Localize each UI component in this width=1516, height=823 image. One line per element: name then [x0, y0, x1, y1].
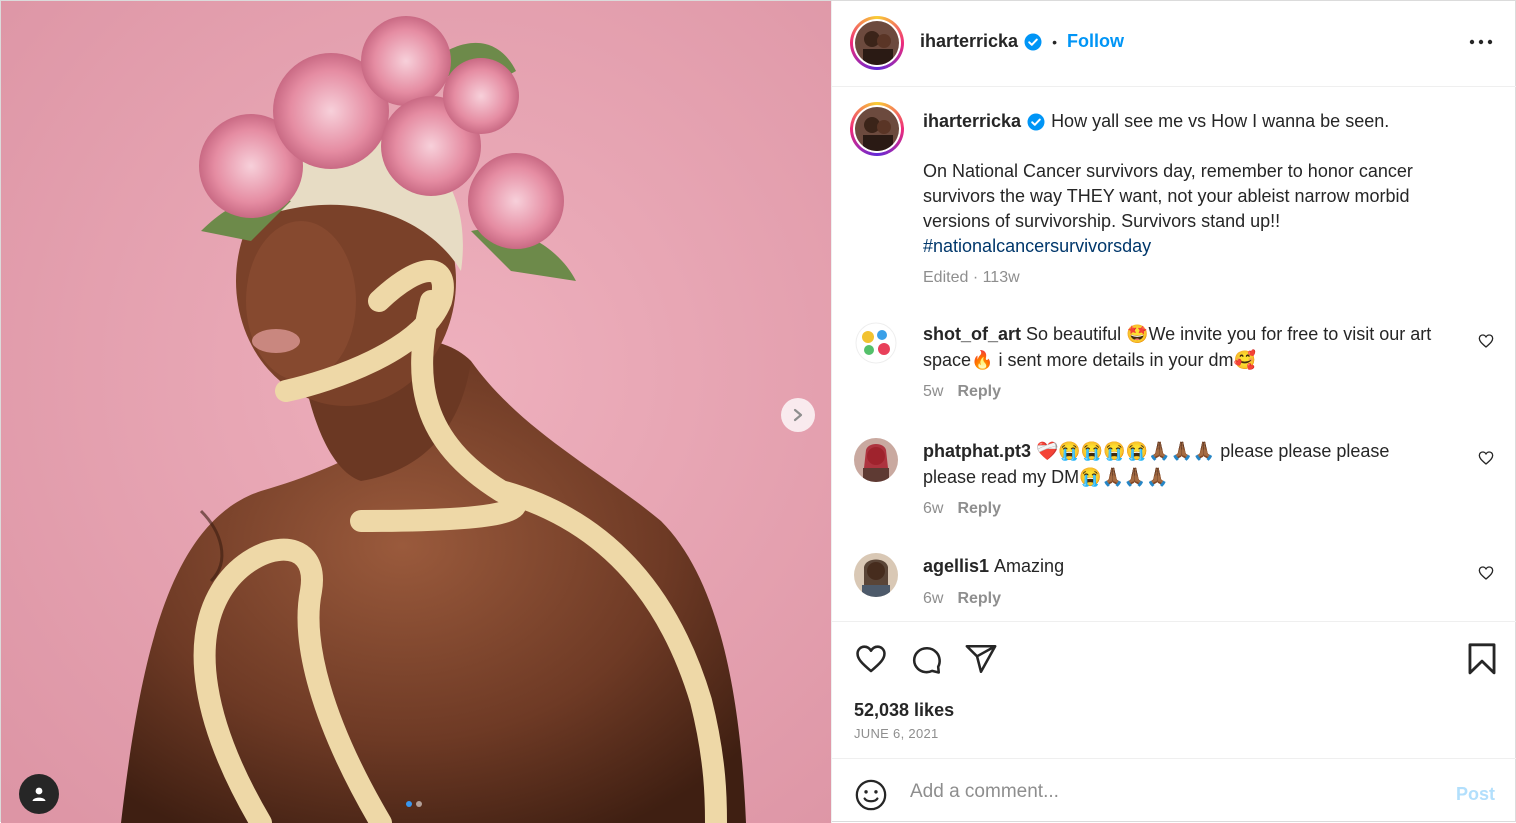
comment-body: phatphat.pt3 ❤️‍🩹😭😭😭😭🙏🏾🙏🏾🙏🏾 please please… [923, 438, 1443, 490]
post-actions: 52,038 likes JUNE 6, 2021 [832, 621, 1516, 759]
commenter-username[interactable]: agellis1 [923, 556, 989, 576]
carousel-dot [416, 801, 422, 807]
comment-body: shot_of_art So beautiful 🤩We invite you f… [923, 321, 1443, 373]
like-button[interactable] [854, 642, 888, 681]
carousel-next-icon [793, 408, 803, 422]
comment-meta: 6w Reply [923, 500, 1001, 518]
comment-like-button[interactable] [1478, 333, 1494, 354]
separator-dot: • [1052, 33, 1057, 50]
carousel-indicator [406, 801, 422, 807]
comment-item: phatphat.pt3 ❤️‍🩹😭😭😭😭🙏🏾🙏🏾🙏🏾 please please… [854, 438, 1494, 528]
more-options-button[interactable] [1469, 33, 1493, 51]
caption-username[interactable]: iharterricka [923, 111, 1021, 131]
reply-button[interactable]: Reply [957, 500, 1001, 517]
comment-meta: 6w Reply [923, 590, 1001, 608]
reply-button[interactable]: Reply [957, 383, 1001, 400]
post-dialog: iharterricka • Follow iharterricka How ya… [0, 0, 1516, 823]
heart-icon [1478, 334, 1494, 348]
carousel-next-button[interactable] [781, 398, 815, 432]
post-media[interactable] [1, 1, 831, 823]
caption-meta: Edited · 113w [923, 269, 1020, 286]
verified-badge-icon [1024, 33, 1042, 50]
comment-item: shot_of_art So beautiful 🤩We invite you f… [854, 321, 1494, 411]
avatar-image [854, 438, 898, 482]
comment-like-button[interactable] [1478, 450, 1494, 471]
commenter-avatar[interactable] [854, 553, 898, 597]
heart-icon [1478, 566, 1494, 580]
caption: iharterricka How yall see me vs How I wan… [923, 109, 1463, 287]
comment-like-button[interactable] [1478, 565, 1494, 586]
add-comment-bar: Post [832, 758, 1516, 823]
comment-text: Amazing [994, 556, 1065, 576]
commenter-avatar[interactable] [854, 321, 898, 365]
author-avatar[interactable] [850, 16, 904, 70]
comment-input[interactable] [908, 776, 1432, 808]
caption-body: On National Cancer survivors day, rememb… [923, 161, 1413, 231]
comment-age: 6w [923, 500, 944, 517]
heart-icon [856, 645, 886, 673]
comment-icon [912, 646, 941, 674]
comment-body: agellis1 Amazing [923, 553, 1443, 579]
emoji-button[interactable] [854, 778, 888, 817]
commenter-username[interactable]: phatphat.pt3 [923, 441, 1031, 461]
comment-item: agellis1 Amazing 6w Reply [854, 553, 1494, 615]
caption-hashtag[interactable]: #nationalcancersurvivorsday [923, 234, 1463, 259]
post-sidebar: iharterricka • Follow iharterricka How ya… [831, 1, 1516, 823]
save-button[interactable] [1466, 642, 1498, 681]
post-date: JUNE 6, 2021 [854, 726, 939, 741]
post-comment-button[interactable]: Post [1456, 784, 1495, 805]
comment-age: 6w [923, 590, 944, 607]
author-username[interactable]: iharterricka [920, 31, 1018, 52]
follow-button[interactable]: Follow [1067, 31, 1124, 52]
bookmark-icon [1468, 643, 1496, 675]
verified-badge-icon [1027, 113, 1045, 131]
share-icon [965, 644, 997, 674]
commenter-avatar[interactable] [854, 438, 898, 482]
comment-meta: 5w Reply [923, 383, 1001, 401]
likes-count[interactable]: 52,038 likes [854, 700, 954, 721]
comment-button[interactable] [909, 642, 943, 681]
commenter-username[interactable]: shot_of_art [923, 324, 1021, 344]
avatar-image [854, 553, 898, 597]
comment-age: 5w [923, 383, 944, 400]
avatar-image [855, 107, 899, 151]
more-options-icon [1469, 39, 1493, 45]
post-header: iharterricka • Follow [832, 1, 1516, 87]
avatar-image [855, 21, 899, 65]
user-tag-icon [32, 787, 46, 801]
carousel-dot [406, 801, 412, 807]
heart-icon [1478, 451, 1494, 465]
caption-avatar[interactable] [850, 102, 904, 156]
share-button[interactable] [964, 642, 998, 681]
user-tag-button[interactable] [19, 774, 59, 814]
emoji-icon [855, 779, 887, 811]
avatar-image [854, 321, 898, 365]
caption-first-line: How yall see me vs How I wanna be seen. [1051, 111, 1390, 131]
reply-button[interactable]: Reply [957, 590, 1001, 607]
post-photo [1, 1, 831, 823]
